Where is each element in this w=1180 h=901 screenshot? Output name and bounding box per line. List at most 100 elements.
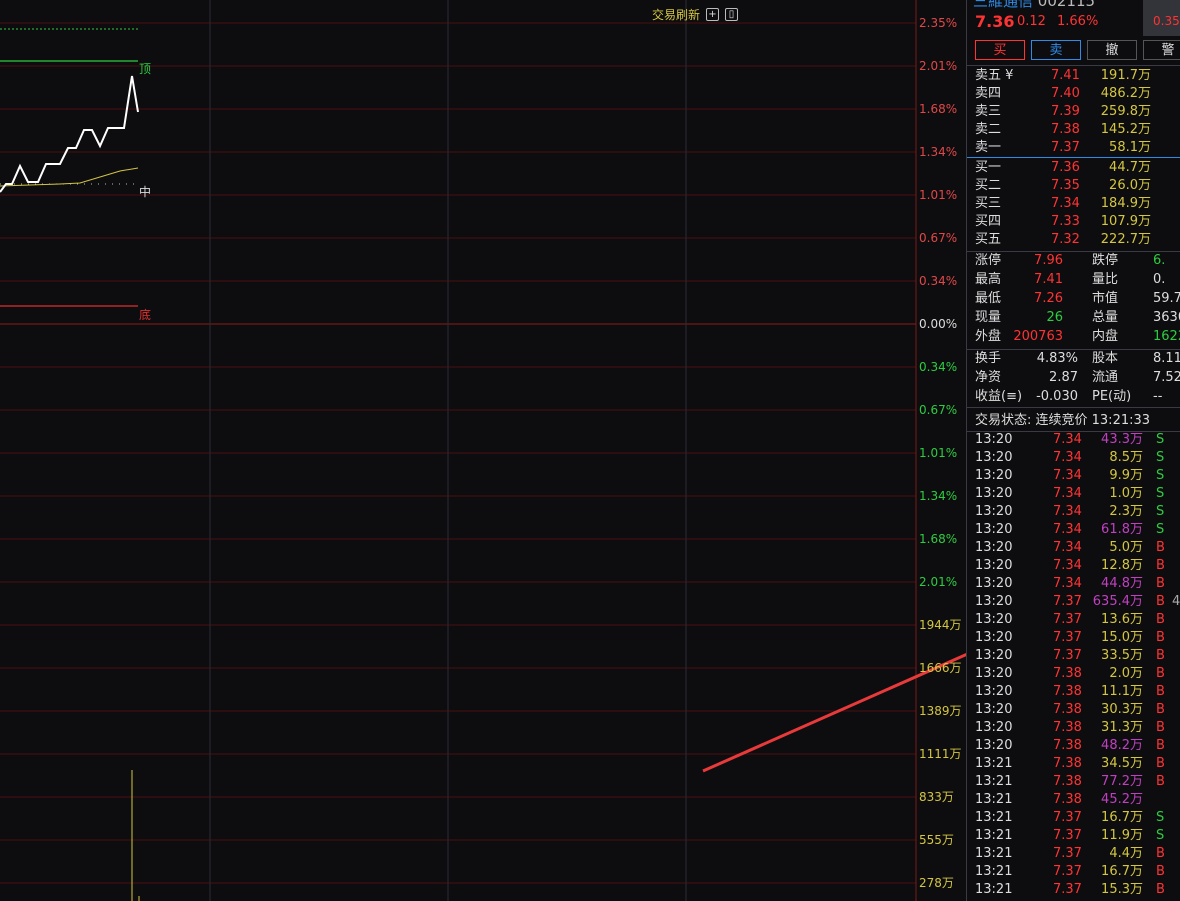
window-icon[interactable]: ▯: [725, 8, 738, 21]
tick-time: 13:20: [975, 630, 1013, 645]
ask-row[interactable]: 卖四 7.40 486.2万: [967, 85, 1180, 103]
tick-row: 13:20 7.34 1.0万 S: [967, 485, 1180, 503]
cancel-button[interactable]: 撤: [1087, 40, 1137, 60]
stats-row: 收益(≡) -0.030 PE(动) --: [967, 388, 1180, 406]
ask-row[interactable]: 卖二 7.38 145.2万: [967, 121, 1180, 139]
plus-circle-icon[interactable]: +: [706, 8, 719, 21]
tick-volume: 31.3万: [1101, 720, 1143, 735]
tick-volume: 8.5万: [1109, 450, 1143, 465]
level-label: 卖四: [975, 86, 1002, 101]
tick-side: B: [1156, 702, 1165, 717]
tick-row: 13:20 7.34 43.3万 S: [967, 431, 1180, 449]
tick-volume: 635.4万: [1092, 594, 1143, 609]
tick-time: 13:21: [975, 864, 1013, 879]
stat-label: 量比: [1092, 272, 1119, 287]
stat-value: 7.41: [1034, 272, 1063, 287]
tick-price: 7.37: [1053, 612, 1082, 627]
tick-row: 13:20 7.37 33.5万 B: [967, 647, 1180, 665]
tick-volume: 2.3万: [1109, 504, 1143, 519]
tick-time: 13:20: [975, 540, 1013, 555]
level-volume: 191.7万: [1100, 68, 1151, 83]
tick-volume: 4.4万: [1109, 846, 1143, 861]
tick-volume: 43.3万: [1101, 432, 1143, 447]
axis-tick-label: 0.34%: [919, 274, 958, 288]
intraday-chart[interactable]: 2.35% 2.01% 1.68% 1.34% 1.01% 0.67% 0.34% 0.00%…: [0, 0, 966, 901]
bid-row[interactable]: 买三 7.34 184.9万: [967, 195, 1180, 213]
bid-row[interactable]: 买四 7.33 107.9万: [967, 213, 1180, 231]
stat-value: 1622: [1153, 329, 1180, 344]
quote-panel: 三維通信 002115 7.36 0.12 1.66% 0.35% 买 卖 撤 …: [966, 0, 1180, 901]
tick-side: B: [1156, 630, 1165, 645]
tick-price: 7.37: [1053, 846, 1082, 861]
bid-row[interactable]: 买二 7.35 26.0万: [967, 177, 1180, 195]
level-label: 卖三: [975, 104, 1002, 119]
tick-row: 13:20 7.37 13.6万 B: [967, 611, 1180, 629]
stat-value: -0.030: [1036, 389, 1078, 404]
bid-row[interactable]: 买一 7.36 44.7万: [967, 159, 1180, 177]
tick-time: 13:20: [975, 468, 1013, 483]
stat-label: 流通: [1092, 370, 1119, 385]
tick-row: 13:20 7.38 48.2万 B: [967, 737, 1180, 755]
level-price: 7.36: [1051, 160, 1080, 175]
tick-side: S: [1156, 468, 1165, 483]
tick-side: B: [1156, 684, 1165, 699]
tick-side: S: [1156, 828, 1165, 843]
level-label: 买二: [975, 178, 1002, 193]
stat-label: 换手: [975, 351, 1002, 366]
level-price: 7.38: [1051, 122, 1080, 137]
price-change-pct: 1.66%: [1057, 14, 1099, 29]
tick-time: 13:20: [975, 684, 1013, 699]
bid-row[interactable]: 买五 7.32 222.7万: [967, 231, 1180, 249]
alert-button[interactable]: 警: [1143, 40, 1180, 60]
tick-volume: 2.0万: [1109, 666, 1143, 681]
level-price: 7.33: [1051, 214, 1080, 229]
level-price: 7.39: [1051, 104, 1080, 119]
tick-time: 13:20: [975, 648, 1013, 663]
level-price: 7.40: [1051, 86, 1080, 101]
tick-volume: 16.7万: [1101, 810, 1143, 825]
tick-price: 7.34: [1053, 522, 1082, 537]
sell-button[interactable]: 卖: [1031, 40, 1081, 60]
tick-price: 7.38: [1053, 702, 1082, 717]
stat-value: 8.11: [1153, 351, 1180, 366]
tick-side: S: [1156, 522, 1165, 537]
axis-tick-label: 1111万: [919, 747, 962, 761]
ask-row[interactable]: 卖五 ¥ 7.41 191.7万: [967, 67, 1180, 85]
tick-side: B: [1156, 846, 1165, 861]
tick-side: B: [1156, 666, 1165, 681]
tick-price: 7.34: [1053, 504, 1082, 519]
chart-canvas: [0, 0, 966, 901]
tick-time: 13:20: [975, 720, 1013, 735]
tick-side: B: [1156, 720, 1165, 735]
axis-tick-label: 1666万: [919, 661, 962, 675]
axis-tick-label: 2.01%: [919, 59, 958, 73]
stat-value: 0.: [1153, 272, 1166, 287]
tick-price: 7.38: [1053, 774, 1082, 789]
tick-row: 13:20 7.37 635.4万 B 4: [967, 593, 1180, 611]
tick-time: 13:21: [975, 774, 1013, 789]
tick-price: 7.34: [1053, 540, 1082, 555]
level-price: 7.35: [1051, 178, 1080, 193]
level-label: 买五: [975, 232, 1002, 247]
tick-time: 13:21: [975, 846, 1013, 861]
stat-label: 最高: [975, 272, 1002, 287]
stat-value: 7.26: [1034, 291, 1063, 306]
axis-tick-label: 1.01%: [919, 446, 958, 460]
tick-time: 13:20: [975, 738, 1013, 753]
tick-price: 7.37: [1053, 810, 1082, 825]
stat-label: 内盘: [1092, 329, 1119, 344]
tick-volume: 45.2万: [1101, 792, 1143, 807]
trade-refresh-button[interactable]: 交易刷新: [652, 6, 700, 23]
tick-time: 13:21: [975, 810, 1013, 825]
tick-side: B: [1156, 576, 1165, 591]
mid-marker: 中: [139, 185, 152, 199]
ask-row[interactable]: 卖三 7.39 259.8万: [967, 103, 1180, 121]
ask-row[interactable]: 卖一 7.37 58.1万: [967, 139, 1180, 157]
tick-row: 13:21 7.37 4.4万 B: [967, 845, 1180, 863]
tick-row: 13:20 7.34 9.9万 S: [967, 467, 1180, 485]
tick-side: S: [1156, 504, 1165, 519]
tick-time: 13:21: [975, 828, 1013, 843]
buy-button[interactable]: 买: [975, 40, 1025, 60]
tick-price: 7.37: [1053, 630, 1082, 645]
level-price: 7.37: [1051, 140, 1080, 155]
